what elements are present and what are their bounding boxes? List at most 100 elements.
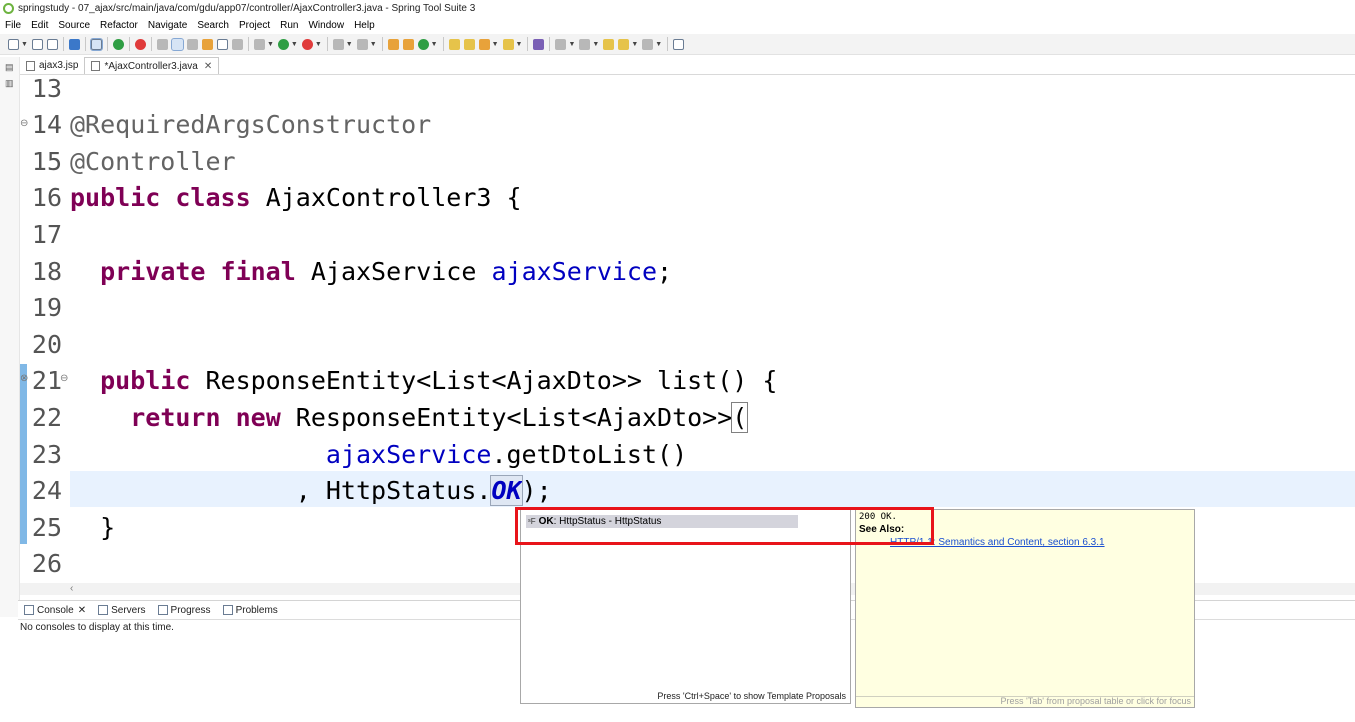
- close-icon[interactable]: ✕: [78, 605, 86, 616]
- menu-refactor[interactable]: Refactor: [95, 20, 143, 31]
- mark-occurrences-icon[interactable]: [170, 37, 184, 51]
- fold-expand-icon[interactable]: ⊖: [60, 373, 68, 384]
- new-package-icon[interactable]: [402, 38, 414, 50]
- code-line[interactable]: 22 return new ResponseEntity<List<AjaxDt…: [20, 399, 749, 435]
- code-line[interactable]: 13: [20, 76, 70, 106]
- problems-icon: [222, 605, 233, 615]
- annotation-dropdown-icon[interactable]: ▼: [516, 41, 523, 48]
- code-line[interactable]: 25 }: [20, 509, 115, 545]
- menu-window[interactable]: Window: [303, 20, 349, 31]
- external-tools-dropdown-icon[interactable]: ▼: [315, 41, 322, 48]
- stop-icon[interactable]: [332, 38, 344, 50]
- deploy-dropdown-icon[interactable]: ▼: [370, 41, 377, 48]
- run-icon[interactable]: [277, 38, 289, 50]
- paragraph-icon[interactable]: [231, 38, 243, 50]
- toolbar-separator: [150, 37, 152, 51]
- next-annotation-dropdown-icon[interactable]: ▼: [568, 41, 575, 48]
- forward-icon[interactable]: [642, 38, 654, 50]
- code-token: .getDtoList(): [491, 439, 688, 469]
- annotation-icon[interactable]: [502, 38, 514, 50]
- toolbar-separator: [128, 37, 130, 51]
- word-wrap-icon[interactable]: [201, 38, 213, 50]
- new-class-icon[interactable]: [417, 38, 429, 50]
- new-java-project-icon[interactable]: [387, 38, 399, 50]
- debug-dropdown-icon[interactable]: ▼: [267, 41, 274, 48]
- menu-help[interactable]: Help: [349, 20, 380, 31]
- search-icon[interactable]: [478, 38, 490, 50]
- external-tools-icon[interactable]: [301, 38, 313, 50]
- show-whitespace-icon[interactable]: [216, 38, 228, 50]
- spring-tool-suite-icon: [3, 3, 14, 14]
- next-annotation-icon[interactable]: [555, 38, 567, 50]
- fold-collapse-icon[interactable]: ⊖: [20, 118, 28, 129]
- tab-servers[interactable]: Servers: [92, 605, 151, 616]
- new-dropdown-icon[interactable]: ▼: [21, 41, 28, 48]
- new-class-dropdown-icon[interactable]: ▼: [431, 41, 438, 48]
- stop-dropdown-icon[interactable]: ▼: [346, 41, 353, 48]
- forward-dropdown-icon[interactable]: ▼: [655, 41, 662, 48]
- code-line[interactable]: 16 public class AjaxController3 {: [20, 180, 522, 216]
- new-icon[interactable]: [8, 38, 19, 50]
- search-dropdown-icon[interactable]: ▼: [492, 41, 499, 48]
- run-dropdown-icon[interactable]: ▼: [291, 41, 298, 48]
- code-line[interactable]: 17: [20, 216, 70, 252]
- line-number: 22: [31, 402, 62, 432]
- scroll-left-icon[interactable]: ‹: [70, 583, 73, 594]
- code-line[interactable]: 23 ajaxService .getDtoList(): [20, 436, 687, 472]
- menu-project[interactable]: Project: [234, 20, 275, 31]
- globe-icon[interactable]: [533, 38, 545, 50]
- code-token: OK: [490, 475, 523, 507]
- menu-source[interactable]: Source: [53, 20, 95, 31]
- tab-console[interactable]: Console ✕: [18, 605, 92, 616]
- restore-icon[interactable]: ▤: [5, 62, 14, 72]
- back-icon[interactable]: [618, 38, 630, 50]
- open-task-icon[interactable]: [463, 38, 475, 50]
- code-line[interactable]: 20: [20, 326, 70, 362]
- breakpoint-override-icon[interactable]: ⊗: [20, 373, 28, 384]
- pin-icon[interactable]: [156, 38, 168, 50]
- code-line[interactable]: 18 private final AjaxService ajaxService…: [20, 253, 672, 289]
- menu-search[interactable]: Search: [192, 20, 234, 31]
- last-edit-location-icon[interactable]: [603, 38, 615, 50]
- save-all-icon[interactable]: [46, 38, 58, 50]
- left-trim-bar: ▤ ▥: [0, 57, 20, 617]
- code-line[interactable]: 15 @Controller: [20, 143, 236, 179]
- line-number: 16: [31, 183, 62, 213]
- terminal-icon[interactable]: [68, 38, 80, 50]
- code-line[interactable]: 14 @RequiredArgsConstructor: [20, 107, 431, 143]
- main-toolbar: ▼ ▼ ▼ ▼ ▼ ▼ ▼ ▼ ▼ ▼ ▼ ▼ ▼: [0, 34, 1355, 55]
- code-line[interactable]: 24 , HttpStatus. OK);: [20, 473, 552, 509]
- block-selection-icon[interactable]: [186, 38, 198, 50]
- skip-breakpoints-icon[interactable]: [89, 37, 103, 51]
- open-perspective-icon[interactable]: [673, 38, 685, 50]
- outline-icon[interactable]: ▥: [5, 78, 14, 88]
- tab-progress[interactable]: Progress: [152, 605, 217, 616]
- previous-annotation-dropdown-icon[interactable]: ▼: [592, 41, 599, 48]
- menu-run[interactable]: Run: [275, 20, 303, 31]
- menu-edit[interactable]: Edit: [26, 20, 53, 31]
- menu-file[interactable]: File: [0, 20, 26, 31]
- close-icon[interactable]: ✕: [204, 61, 212, 72]
- previous-annotation-icon[interactable]: [579, 38, 591, 50]
- refresh-icon[interactable]: [134, 38, 146, 50]
- line-number: 13: [31, 76, 62, 103]
- back-dropdown-icon[interactable]: ▼: [631, 41, 638, 48]
- open-type-icon[interactable]: [448, 38, 460, 50]
- code-line[interactable]: 26: [20, 546, 70, 582]
- code-token: ResponseEntity<List<AjaxDto>>: [280, 402, 733, 432]
- code-line[interactable]: 21 public ResponseEntity<List<AjaxDto>> …: [20, 363, 778, 399]
- tab-ajax3-jsp[interactable]: ajax3.jsp: [20, 57, 84, 74]
- debug-icon[interactable]: [253, 38, 265, 50]
- deploy-icon[interactable]: [356, 38, 368, 50]
- tab-problems[interactable]: Problems: [217, 605, 284, 616]
- tab-label: *AjaxController3.java: [104, 60, 198, 72]
- menu-navigate[interactable]: Navigate: [143, 20, 192, 31]
- spring-boot-dashboard-icon[interactable]: [112, 38, 124, 50]
- save-icon[interactable]: [31, 38, 43, 50]
- tab-label: ajax3.jsp: [39, 60, 79, 71]
- code-line[interactable]: 19: [20, 290, 70, 326]
- tab-ajaxcontroller3-java[interactable]: *AjaxController3.java ✕: [84, 57, 220, 74]
- code-token: (: [731, 401, 749, 433]
